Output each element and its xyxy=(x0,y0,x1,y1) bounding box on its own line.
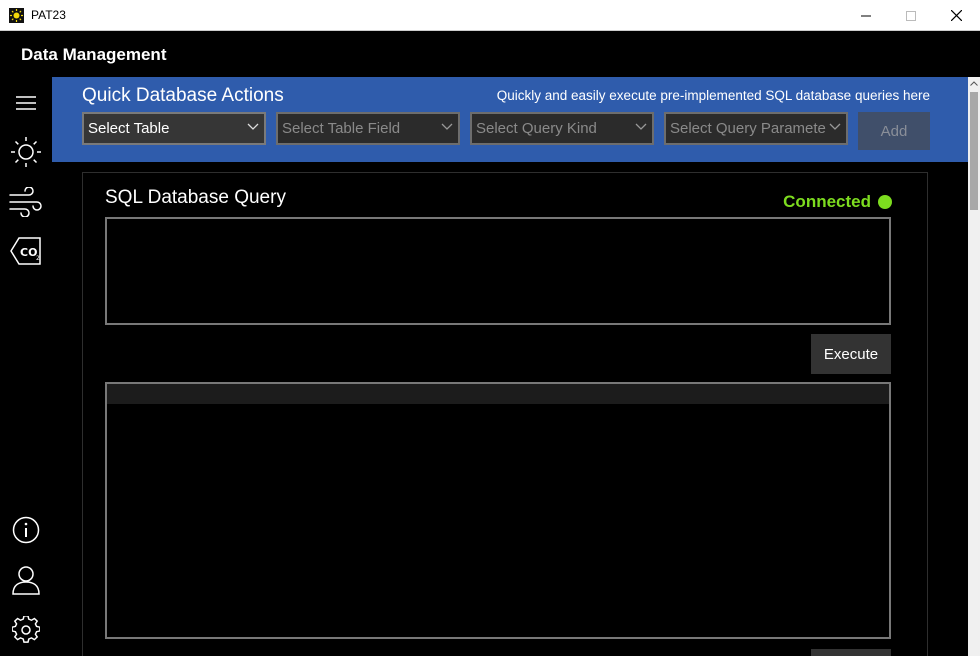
add-button[interactable]: Add xyxy=(858,112,930,150)
hamburger-menu-button[interactable] xyxy=(9,86,43,120)
select-query-parameter-dropdown[interactable]: Select Query Paramete xyxy=(664,112,848,145)
sidebar-item-settings[interactable] xyxy=(9,613,43,647)
hamburger-menu-icon xyxy=(16,96,36,110)
main-content: Quick Database Actions Quickly and easil… xyxy=(52,77,968,656)
sidebar-item-co2[interactable]: CO 2 xyxy=(9,234,43,268)
wind-icon xyxy=(9,187,42,217)
select-table-label: Select Table xyxy=(88,120,170,137)
sidebar-item-user[interactable] xyxy=(9,563,43,597)
app-logo-icon xyxy=(9,8,24,23)
page-title: Data Management xyxy=(21,45,167,64)
status-indicator-icon xyxy=(878,195,892,209)
sql-query-input[interactable] xyxy=(105,217,891,325)
minimize-icon xyxy=(861,15,871,16)
select-table-dropdown[interactable]: Select Table xyxy=(82,112,266,145)
sidebar-item-info[interactable] xyxy=(9,513,43,547)
results-grid-header xyxy=(107,384,889,404)
sun-icon xyxy=(11,137,41,167)
sql-panel-title: SQL Database Query xyxy=(105,187,286,208)
secondary-action-button[interactable] xyxy=(811,649,891,656)
connection-status: Connected xyxy=(783,192,892,212)
svg-text:2: 2 xyxy=(36,255,40,262)
quick-database-actions-bar: Quick Database Actions Quickly and easil… xyxy=(52,77,968,162)
chevron-up-icon xyxy=(970,80,978,86)
window-title: PAT23 xyxy=(31,8,66,22)
sidebar-item-sun[interactable] xyxy=(9,135,43,169)
sidebar-item-wind[interactable] xyxy=(9,185,43,219)
query-results-grid[interactable] xyxy=(105,382,891,639)
chevron-down-icon xyxy=(441,123,453,130)
sql-query-panel: SQL Database Query Connected Execute xyxy=(82,172,928,656)
window-titlebar: PAT23 xyxy=(0,0,980,31)
maximize-icon xyxy=(906,10,916,21)
select-table-field-dropdown[interactable]: Select Table Field xyxy=(276,112,460,145)
svg-text:CO: CO xyxy=(20,246,37,259)
chevron-down-icon xyxy=(829,123,841,131)
chevron-down-icon xyxy=(247,123,259,130)
chevron-down-icon xyxy=(635,123,647,130)
quick-actions-description: Quickly and easily execute pre-implement… xyxy=(496,88,930,103)
sidebar-nav: CO 2 xyxy=(0,77,52,656)
maximize-button[interactable] xyxy=(888,0,934,31)
vertical-scrollbar[interactable] xyxy=(968,77,980,656)
gear-icon xyxy=(12,616,40,643)
info-icon xyxy=(12,516,40,544)
minimize-button[interactable] xyxy=(843,0,889,31)
execute-button[interactable]: Execute xyxy=(811,334,891,374)
select-table-field-label: Select Table Field xyxy=(282,120,401,137)
select-query-parameter-label: Select Query Paramete xyxy=(670,120,826,137)
scroll-up-button[interactable] xyxy=(968,77,980,89)
scrollbar-thumb[interactable] xyxy=(970,92,978,210)
close-button[interactable] xyxy=(933,0,979,31)
user-icon xyxy=(12,566,40,595)
close-icon xyxy=(950,10,962,21)
select-query-kind-label: Select Query Kind xyxy=(476,120,597,137)
co2-icon: CO 2 xyxy=(10,237,41,265)
connection-status-label: Connected xyxy=(783,192,871,211)
quick-actions-title: Quick Database Actions xyxy=(82,85,284,106)
select-query-kind-dropdown[interactable]: Select Query Kind xyxy=(470,112,654,145)
